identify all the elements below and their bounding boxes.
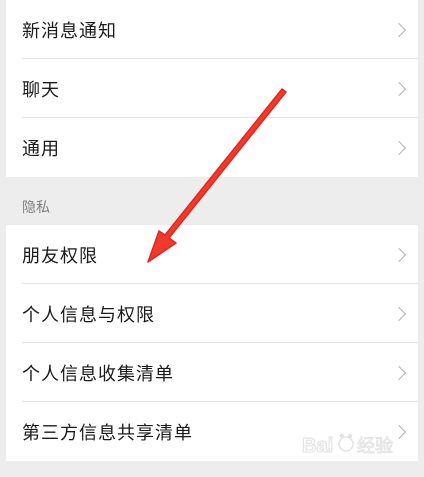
row-personal-info-permissions[interactable]: 个人信息与权限 [6, 284, 418, 343]
svg-text:经验: 经验 [357, 436, 393, 457]
section-title: 隐私 [22, 200, 50, 216]
baidu-jingyan-logo: Bai 经验 [302, 433, 394, 458]
chevron-right-icon [391, 365, 407, 380]
row-general[interactable]: 通用 [6, 118, 418, 177]
chevron-right-icon [391, 140, 407, 155]
row-label: 通用 [22, 138, 60, 160]
row-label: 新消息通知 [22, 20, 117, 42]
settings-screen: 新消息通知 聊天 通用 隐私 朋友权限 个人信息与权限 个人信息收集清单 第三方… [6, 0, 418, 477]
row-label: 朋友权限 [22, 245, 98, 267]
row-label: 第三方信息共享清单 [22, 422, 193, 444]
section-header-privacy: 隐私 [6, 177, 418, 225]
svg-text:Bai: Bai [302, 435, 333, 457]
row-label: 个人信息收集清单 [22, 363, 174, 385]
row-label: 个人信息与权限 [22, 304, 155, 326]
settings-group-general: 新消息通知 聊天 通用 [6, 0, 418, 177]
row-personal-info-collection-list[interactable]: 个人信息收集清单 [6, 343, 418, 402]
row-label: 聊天 [22, 79, 60, 101]
row-friend-permissions[interactable]: 朋友权限 [6, 225, 418, 284]
row-new-message-notifications[interactable]: 新消息通知 [6, 0, 418, 59]
baidu-watermark: Bai 经验 [302, 427, 412, 463]
row-chat[interactable]: 聊天 [6, 59, 418, 118]
settings-group-privacy: 朋友权限 个人信息与权限 个人信息收集清单 第三方信息共享清单 [6, 225, 418, 461]
chevron-right-icon [391, 306, 407, 321]
chevron-right-icon [391, 81, 407, 96]
chevron-right-icon [391, 22, 407, 37]
chevron-right-icon [391, 247, 407, 262]
